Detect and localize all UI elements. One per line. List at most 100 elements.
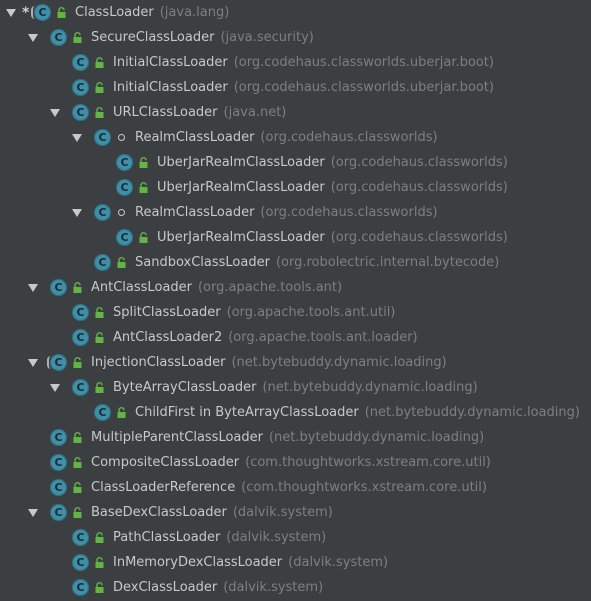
tree-node-classloader[interactable]: * ClassLoader (java.lang) bbox=[0, 0, 591, 25]
class-icon bbox=[116, 154, 133, 171]
class-name: InitialClassLoader bbox=[113, 80, 228, 95]
tree-node-antclassloader2[interactable]: AntClassLoader2 (org.apache.tools.ant.loa… bbox=[0, 325, 591, 350]
package-name: (net.bytebuddy.dynamic.loading) bbox=[364, 405, 580, 420]
tree-node-initialclassloader[interactable]: InitialClassLoader (org.codehaus.classwor… bbox=[0, 50, 591, 75]
tree-node-childfirst-in-bytearrayclassloader[interactable]: ChildFirst in ByteArrayClassLoader (net.b… bbox=[0, 400, 591, 425]
class-name: InitialClassLoader bbox=[113, 55, 228, 70]
public-lock-icon bbox=[94, 107, 105, 118]
public-lock-icon bbox=[116, 407, 127, 418]
expand-triangle-icon[interactable] bbox=[72, 208, 82, 218]
class-icon bbox=[72, 104, 89, 121]
class-name: ByteArrayClassLoader bbox=[113, 380, 257, 395]
class-name: InjectionClassLoader bbox=[91, 355, 226, 370]
expand-triangle-icon[interactable] bbox=[28, 283, 38, 293]
expand-triangle-icon[interactable] bbox=[28, 358, 38, 368]
class-icon bbox=[94, 254, 111, 271]
tree-node-inmemorydexclassloader[interactable]: InMemoryDexClassLoader (dalvik.system) bbox=[0, 550, 591, 575]
class-icon bbox=[94, 204, 111, 221]
class-icon bbox=[94, 129, 111, 146]
package-name: (dalvik.system) bbox=[226, 530, 327, 545]
abstract-class-icon bbox=[31, 4, 51, 21]
expand-triangle-icon[interactable] bbox=[50, 383, 60, 393]
package-name: (org.apache.tools.ant.loader) bbox=[228, 330, 418, 345]
expand-triangle-icon[interactable] bbox=[6, 8, 16, 18]
package-name: (org.codehaus.classworlds) bbox=[330, 180, 508, 195]
class-name: InMemoryDexClassLoader bbox=[113, 555, 283, 570]
package-name: (com.thoughtworks.xstream.core.util) bbox=[241, 480, 487, 495]
class-name: URLClassLoader bbox=[113, 105, 218, 120]
class-name: CompositeClassLoader bbox=[91, 455, 240, 470]
expand-triangle-icon[interactable] bbox=[50, 108, 60, 118]
class-icon bbox=[72, 379, 89, 396]
class-name: UberJarRealmClassLoader bbox=[157, 155, 325, 170]
tree-node-classloaderreference[interactable]: ClassLoaderReference (com.thoughtworks.xs… bbox=[0, 475, 591, 500]
class-icon bbox=[116, 229, 133, 246]
tree-node-pathclassloader[interactable]: PathClassLoader (dalvik.system) bbox=[0, 525, 591, 550]
public-lock-icon bbox=[94, 582, 105, 593]
tree-node-realmclassloader[interactable]: RealmClassLoader (org.codehaus.classworld… bbox=[0, 200, 591, 225]
tree-node-bytearrayclassloader[interactable]: ByteArrayClassLoader (net.bytebuddy.dynam… bbox=[0, 375, 591, 400]
class-icon bbox=[72, 579, 89, 596]
tree-node-uberjarrealmclassloader[interactable]: UberJarRealmClassLoader (org.codehaus.cla… bbox=[0, 150, 591, 175]
tree-node-splitclassloader[interactable]: SplitClassLoader (org.apache.tools.ant.ut… bbox=[0, 300, 591, 325]
public-lock-icon bbox=[72, 357, 83, 368]
public-lock-icon bbox=[94, 307, 105, 318]
package-name: (org.apache.tools.ant.util) bbox=[226, 305, 396, 320]
package-name: (org.codehaus.classworlds) bbox=[330, 155, 508, 170]
class-icon bbox=[50, 504, 67, 521]
package-name: (java.lang) bbox=[159, 5, 230, 20]
package-name: (dalvik.system) bbox=[288, 555, 389, 570]
package-name: (com.thoughtworks.xstream.core.util) bbox=[245, 455, 491, 470]
tree-node-antclassloader[interactable]: AntClassLoader (org.apache.tools.ant) bbox=[0, 275, 591, 300]
package-private-icon bbox=[116, 207, 127, 218]
tree-node-secureclassloader[interactable]: SecureClassLoader (java.security) bbox=[0, 25, 591, 50]
expand-triangle-icon[interactable] bbox=[28, 33, 38, 43]
tree-node-sandboxclassloader[interactable]: SandboxClassLoader (org.robolectric.inter… bbox=[0, 250, 591, 275]
class-icon bbox=[50, 479, 67, 496]
tree-node-uberjarrealmclassloader[interactable]: UberJarRealmClassLoader (org.codehaus.cla… bbox=[0, 225, 591, 250]
public-lock-icon bbox=[94, 532, 105, 543]
tree-node-initialclassloader[interactable]: InitialClassLoader (org.codehaus.classwor… bbox=[0, 75, 591, 100]
class-name: BaseDexClassLoader bbox=[91, 505, 227, 520]
expand-triangle-icon[interactable] bbox=[28, 508, 38, 518]
package-name: (org.codehaus.classworlds) bbox=[260, 205, 438, 220]
class-name: RealmClassLoader bbox=[135, 130, 255, 145]
package-name: (org.codehaus.classworlds.uberjar.boot) bbox=[233, 55, 494, 70]
package-name: (net.bytebuddy.dynamic.loading) bbox=[231, 355, 447, 370]
class-icon bbox=[50, 29, 67, 46]
class-name: RealmClassLoader bbox=[135, 205, 255, 220]
tree-node-injectionclassloader[interactable]: InjectionClassLoader (net.bytebuddy.dynam… bbox=[0, 350, 591, 375]
package-name: (net.bytebuddy.dynamic.loading) bbox=[262, 380, 478, 395]
expand-triangle-icon[interactable] bbox=[72, 133, 82, 143]
class-name: SplitClassLoader bbox=[113, 305, 221, 320]
public-lock-icon bbox=[72, 507, 83, 518]
package-name: (org.codehaus.classworlds.uberjar.boot) bbox=[233, 80, 494, 95]
class-icon bbox=[72, 529, 89, 546]
class-hierarchy-tree: * ClassLoader (java.lang) SecureClassLoader… bbox=[0, 0, 591, 601]
public-lock-icon bbox=[72, 32, 83, 43]
tree-node-urlclassloader[interactable]: URLClassLoader (java.net) bbox=[0, 100, 591, 125]
class-name: ChildFirst in ByteArrayClassLoader bbox=[135, 405, 359, 420]
tree-node-uberjarrealmclassloader[interactable]: UberJarRealmClassLoader (org.codehaus.cla… bbox=[0, 175, 591, 200]
class-icon bbox=[72, 329, 89, 346]
tree-node-basedexclassloader[interactable]: BaseDexClassLoader (dalvik.system) bbox=[0, 500, 591, 525]
public-lock-icon bbox=[94, 82, 105, 93]
public-lock-icon bbox=[72, 482, 83, 493]
public-lock-icon bbox=[138, 182, 149, 193]
public-lock-icon bbox=[138, 157, 149, 168]
class-name: SecureClassLoader bbox=[91, 30, 215, 45]
tree-node-compositeclassloader[interactable]: CompositeClassLoader (com.thoughtworks.xs… bbox=[0, 450, 591, 475]
tree-node-multipleparentclassloader[interactable]: MultipleParentClassLoader (net.bytebuddy.… bbox=[0, 425, 591, 450]
class-name: SandboxClassLoader bbox=[135, 255, 270, 270]
tree-node-realmclassloader[interactable]: RealmClassLoader (org.codehaus.classworld… bbox=[0, 125, 591, 150]
tree-node-dexclassloader[interactable]: DexClassLoader (dalvik.system) bbox=[0, 575, 591, 600]
